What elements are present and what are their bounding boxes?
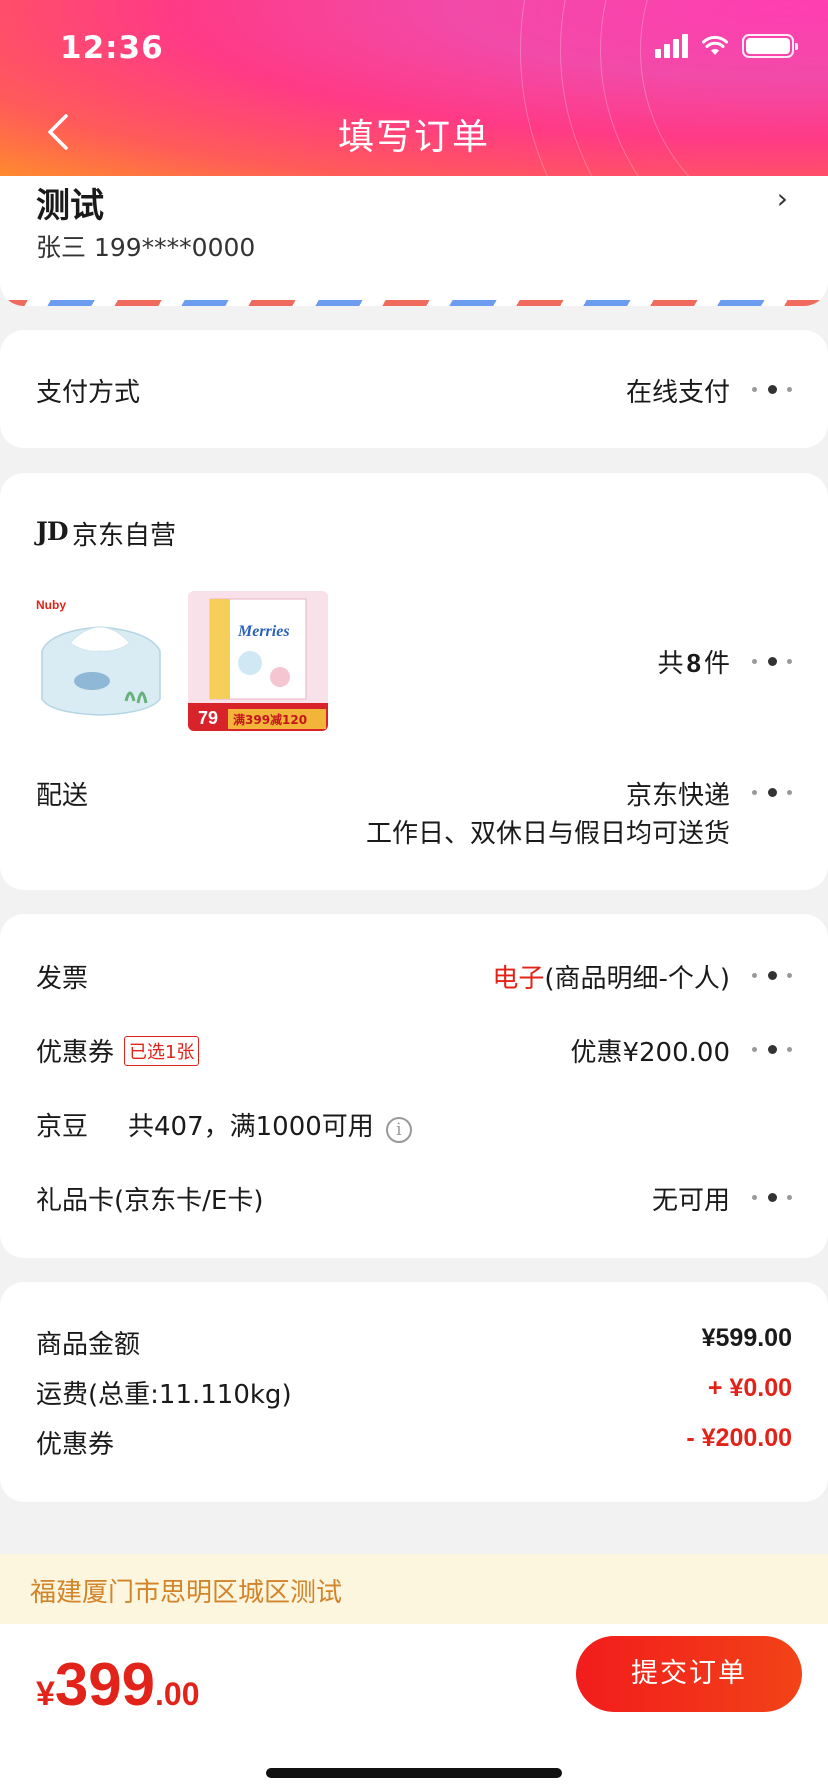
header: 12:36 填写订单	[0, 0, 828, 176]
summary-card: 商品金额 ¥599.00 运费(总重:11.110kg) + ¥0.00 优惠券…	[0, 1282, 828, 1502]
more-icon[interactable]	[752, 651, 792, 671]
payment-value: 在线支付	[625, 378, 730, 408]
more-icon[interactable]	[752, 1039, 792, 1059]
delivery-label: 配送	[36, 781, 89, 811]
home-indicator	[266, 1768, 562, 1778]
product-image: Nuby	[30, 591, 170, 731]
jd-logo: JD	[36, 517, 69, 546]
summary-goods-label: 商品金额	[36, 1330, 141, 1360]
summary-coupon-label: 优惠券	[36, 1430, 115, 1460]
product-thumbnail-wipes[interactable]: Nuby	[30, 591, 170, 731]
product-price-badge: 79	[198, 708, 218, 728]
info-icon[interactable]: i	[385, 1117, 412, 1143]
summary-freight-label: 运费(总重:11.110kg)	[36, 1380, 292, 1410]
jingdou-label: 京豆	[36, 1112, 89, 1142]
delivery-schedule: 工作日、双休日与假日均可送货	[365, 819, 730, 849]
address-name: 测试	[36, 186, 104, 226]
summary-goods-value: ¥599.00	[701, 1324, 792, 1352]
delivery-carrier: 京东快递	[625, 781, 730, 811]
jingdou-info: 共407，满1000可用	[128, 1112, 374, 1142]
bottom-bar: ¥399.00 提交订单	[0, 1624, 828, 1792]
invoice-label: 发票	[36, 964, 89, 994]
more-icon[interactable]	[752, 379, 792, 399]
status-time: 12:36	[60, 30, 164, 66]
product-brand: Merries	[237, 623, 290, 640]
page-title: 填写订单	[337, 117, 490, 158]
total-price: ¥399.00	[36, 1651, 200, 1718]
shop-card: JD 京东自营 Nuby Merries 79 满399减120 共8件 配送 …	[0, 473, 828, 890]
summary-coupon-value: - ¥200.00	[686, 1424, 792, 1452]
chevron-right-icon[interactable]: ›	[777, 182, 788, 215]
payment-label: 支付方式	[36, 378, 141, 408]
more-icon[interactable]	[752, 782, 792, 802]
airmail-border	[0, 300, 828, 306]
more-icon[interactable]	[752, 965, 792, 985]
battery-icon	[742, 34, 798, 58]
product-image: Merries 79 满399减120	[188, 591, 328, 731]
signal-icon	[655, 34, 688, 58]
address-notice-text: 福建厦门市思明区城区测试	[30, 1578, 343, 1608]
invoice-type: 电子	[492, 964, 545, 994]
summary-freight-value: + ¥0.00	[707, 1374, 792, 1402]
options-card: 发票 电子(商品明细-个人) 优惠券 已选1张 优惠¥200.00 京豆 共407，…	[0, 914, 828, 1258]
invoice-value[interactable]: 电子(商品明细-个人)	[492, 958, 730, 995]
invoice-detail: (商品明细-个人)	[544, 964, 730, 994]
status-icons	[655, 34, 798, 58]
address-contact: 张三 199****0000	[36, 233, 256, 262]
coupon-value: 优惠¥200.00	[570, 1038, 730, 1068]
submit-order-button[interactable]: 提交订单	[576, 1636, 802, 1712]
coupon-row[interactable]: 优惠券 已选1张	[36, 1032, 200, 1069]
coupon-label: 优惠券	[36, 1038, 115, 1068]
item-count: 共8件	[657, 648, 731, 679]
jingdou-row: 京豆 共407，满1000可用 i	[36, 1106, 412, 1143]
address-notice-bar: 福建厦门市思明区城区测试	[0, 1554, 828, 1624]
address-card[interactable]: 测试 › 张三 199****0000	[0, 176, 828, 306]
shop-name: 京东自营	[72, 521, 177, 551]
more-icon[interactable]	[752, 1187, 792, 1207]
summary-goods-row: 商品金额 ¥599.00	[36, 1324, 792, 1360]
wifi-icon	[702, 35, 728, 55]
product-promo: 满399减120	[233, 712, 307, 727]
product-thumbnail-diapers[interactable]: Merries 79 满399减120	[188, 591, 328, 731]
giftcard-value: 无可用	[651, 1186, 730, 1216]
giftcard-label: 礼品卡(京东卡/E卡)	[36, 1186, 264, 1216]
summary-coupon-row: 优惠券 - ¥200.00	[36, 1424, 792, 1460]
coupon-tag: 已选1张	[124, 1036, 200, 1066]
summary-freight-row: 运费(总重:11.110kg) + ¥0.00	[36, 1374, 792, 1410]
payment-card[interactable]: 支付方式 在线支付	[0, 330, 828, 448]
product-brand: Nuby	[36, 598, 66, 612]
